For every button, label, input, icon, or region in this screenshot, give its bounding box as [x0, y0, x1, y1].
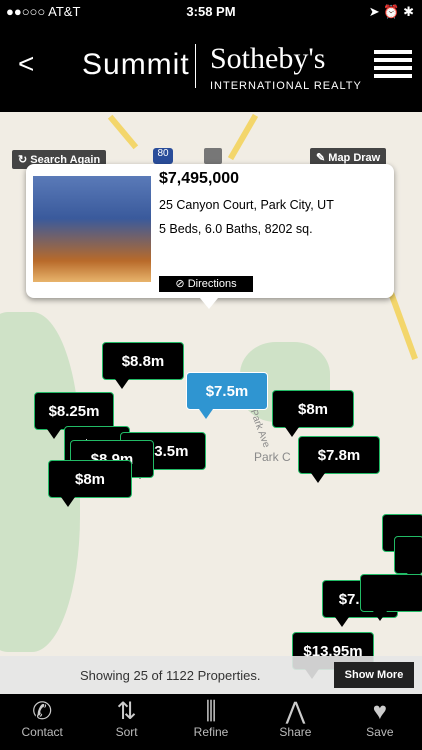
results-bar: Showing 25 of 1122 Properties. Show More — [0, 656, 422, 694]
refresh-icon: ↻ — [18, 154, 31, 166]
sliders-icon: ⫼ — [205, 698, 217, 725]
property-details: 5 Beds, 6.0 Baths, 8202 sq. — [159, 222, 313, 236]
heart-icon: ♥ — [372, 698, 387, 725]
brand-subtitle: INTERNATIONAL REALTY — [210, 80, 362, 92]
tab-label: Sort — [115, 725, 138, 739]
tab-label: Share — [279, 725, 312, 739]
status-bar: ●●○○○ AT&T 3:58 PM ➤ ⏰ ✱ — [0, 0, 422, 22]
map-draw-label: Map Draw — [328, 152, 381, 164]
app-header: < Summit Sotheby's INTERNATIONAL REALTY — [0, 22, 422, 112]
show-more-button[interactable]: Show More — [334, 662, 414, 688]
results-count: Showing 25 of 1122 Properties. — [80, 668, 261, 683]
back-icon[interactable]: < — [18, 50, 34, 78]
price-pin[interactable]: $8.25m — [34, 392, 114, 439]
page-title: Summit — [82, 48, 190, 81]
property-popup[interactable]: $7,495,000 25 Canyon Court, Park City, U… — [26, 164, 394, 309]
price-pin[interactable]: $7.8m — [298, 436, 380, 483]
property-price: $7,495,000 — [159, 170, 240, 187]
price-pin[interactable] — [394, 536, 422, 583]
tab-bar: ✆ Contact ⇅ Sort ⫼ Refine ⋀ Share ♥ Save — [0, 694, 422, 750]
clock: 3:58 PM — [186, 4, 236, 19]
tab-refine[interactable]: ⫼ Refine — [169, 694, 253, 750]
map-road — [107, 114, 139, 150]
tab-share[interactable]: ⋀ Share — [253, 694, 337, 750]
tab-sort[interactable]: ⇅ Sort — [84, 694, 168, 750]
tab-label: Save — [366, 725, 394, 739]
price-pin-selected[interactable]: $7.5m — [186, 372, 268, 419]
property-address: 25 Canyon Court, Park City, UT — [159, 198, 334, 212]
directions-button[interactable]: ⊘ Directions — [159, 276, 253, 292]
price-pin[interactable]: $8.8m — [102, 342, 184, 389]
price-pin[interactable]: $8m — [272, 390, 354, 437]
pencil-icon: ✎ — [316, 152, 329, 164]
phone-icon: ✆ — [32, 698, 53, 725]
status-icons: ➤ ⏰ ✱ — [368, 4, 414, 19]
tab-label: Refine — [193, 725, 229, 739]
directions-label: Directions — [187, 278, 237, 290]
map-place-label: Park C — [254, 450, 291, 464]
property-photo[interactable] — [33, 176, 151, 282]
layers-icon[interactable] — [204, 148, 222, 164]
sort-icon: ⇅ — [116, 698, 137, 725]
tab-contact[interactable]: ✆ Contact — [0, 694, 84, 750]
brand-logo: Sotheby's — [210, 42, 326, 75]
compass-icon: ⊘ — [175, 278, 188, 290]
price-pin[interactable]: $8m — [48, 460, 132, 507]
tab-label: Contact — [21, 725, 63, 739]
price-pin[interactable] — [360, 574, 422, 621]
share-icon: ⋀ — [285, 698, 306, 725]
header-divider — [195, 44, 196, 88]
list-view-icon[interactable] — [374, 50, 412, 84]
tab-save[interactable]: ♥ Save — [338, 694, 422, 750]
highway-shield-icon: 80 — [153, 148, 173, 164]
map-road — [227, 113, 259, 161]
